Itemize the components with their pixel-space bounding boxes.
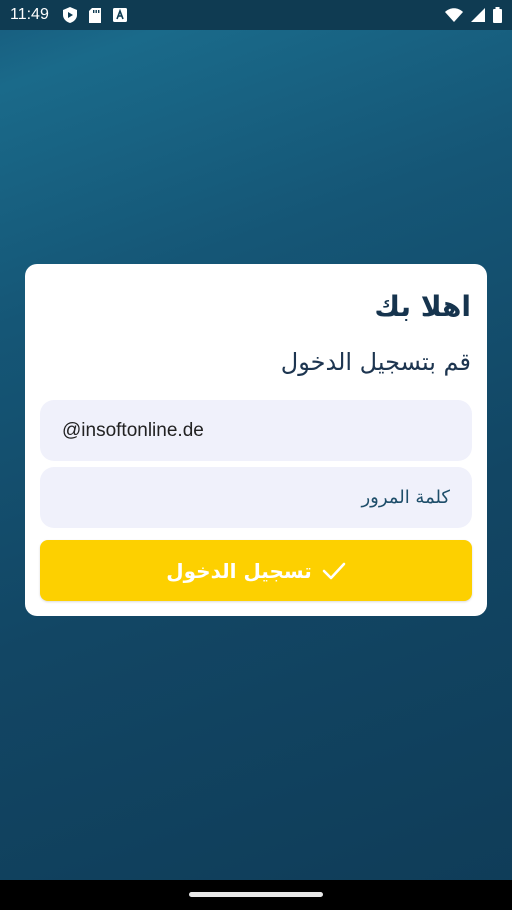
login-button-label: تسجيل الدخول [166, 558, 312, 583]
login-card: اهلا بك قم بتسجيل الدخول @insoftonline.d… [25, 264, 487, 616]
password-field[interactable]: كلمة المرور [40, 467, 472, 528]
signal-icon [471, 8, 485, 22]
wifi-icon [445, 8, 463, 22]
sd-card-icon [88, 7, 101, 23]
status-time: 11:49 [10, 6, 49, 23]
check-icon [322, 561, 346, 581]
shield-play-icon [62, 7, 77, 23]
login-button[interactable]: تسجيل الدخول [40, 540, 472, 601]
app-screen: 11:49 اهلا بك قم بتسجيل الدخول @insofton… [0, 0, 512, 910]
email-field[interactable]: @insoftonline.de [40, 400, 472, 461]
login-subtitle: قم بتسجيل الدخول [280, 348, 471, 376]
password-placeholder: كلمة المرور [361, 487, 450, 508]
status-bar: 11:49 [0, 0, 512, 30]
battery-icon [493, 7, 502, 23]
email-value: @insoftonline.de [62, 419, 204, 441]
navigation-bar [0, 880, 512, 910]
keyboard-a-icon [112, 8, 127, 22]
greeting-title: اهلا بك [374, 290, 471, 323]
home-gesture-handle[interactable] [189, 892, 323, 897]
